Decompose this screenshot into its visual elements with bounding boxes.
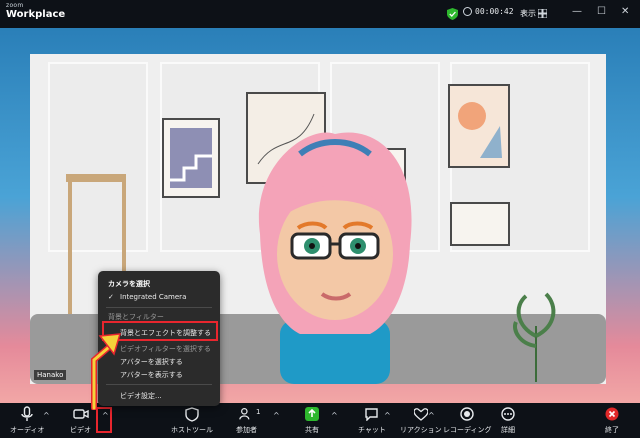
shield-check-icon[interactable] <box>447 8 458 20</box>
video-settings-item[interactable]: ビデオ設定... <box>120 391 162 401</box>
show-avatar-item[interactable]: アバターを表示する <box>120 370 183 380</box>
zoom-window: zoom Workplace 00:00:42 ⌄ 表示 — ☐ ✕ Hanak… <box>0 0 640 438</box>
audio-label: オーディオ <box>10 426 45 434</box>
share-screen-icon <box>304 406 320 422</box>
video-label: ビデオ <box>70 426 91 434</box>
maximize-button[interactable]: ☐ <box>597 6 606 17</box>
clock-icon <box>463 7 472 16</box>
more-button[interactable]: 詳細 <box>500 406 516 435</box>
record-icon <box>459 406 475 422</box>
video-button[interactable]: ビデオ <box>70 406 91 435</box>
wall-picture <box>448 84 510 168</box>
caret-highlight-box <box>96 407 112 433</box>
title-bar: zoom Workplace 00:00:42 ⌄ 表示 — ☐ ✕ <box>0 0 640 28</box>
shield-icon <box>184 406 200 422</box>
heart-icon <box>413 406 429 422</box>
chat-caret[interactable]: ^ <box>384 411 391 420</box>
host-tools-label: ホストツール <box>171 426 213 434</box>
annotation-arrow <box>91 333 122 410</box>
choose-avatar-item[interactable]: アバターを選択する <box>120 357 183 367</box>
participants-caret[interactable]: ^ <box>273 411 280 420</box>
grid-view-icon[interactable] <box>538 9 547 18</box>
window-controls: — ☐ ✕ <box>572 6 629 17</box>
chat-label: チャット <box>358 426 386 434</box>
participants-label: 参加者 <box>236 426 257 434</box>
share-caret[interactable]: ^ <box>331 411 338 420</box>
share-label: 共有 <box>305 426 319 434</box>
close-button[interactable]: ✕ <box>621 6 629 17</box>
participant-name-tag: Hanako <box>34 370 67 380</box>
app-logo: zoom Workplace <box>6 3 65 20</box>
minimize-button[interactable]: — <box>572 6 582 17</box>
host-tools-button[interactable]: ホストツール <box>171 406 213 435</box>
menu-divider <box>106 307 212 308</box>
shelf <box>66 174 126 182</box>
brand-workplace-text: Workplace <box>6 9 66 20</box>
chat-bubble-icon <box>364 406 380 422</box>
avatar-character <box>258 132 412 384</box>
camera-option-integrated[interactable]: Integrated Camera <box>120 293 186 301</box>
view-button[interactable]: 表示 <box>520 8 536 19</box>
people-icon <box>238 406 255 422</box>
chat-button[interactable]: チャット <box>358 406 386 435</box>
wall-picture <box>450 202 510 246</box>
menu-item-dim[interactable]: ビデオフィルターを選択する <box>120 344 211 354</box>
record-label: レコーディング <box>443 426 492 434</box>
reactions-label: リアクション <box>400 426 442 434</box>
wall-panel <box>48 62 148 252</box>
share-button[interactable]: 共有 <box>304 406 320 435</box>
check-icon: ✓ <box>108 293 114 301</box>
wall-picture <box>162 118 220 198</box>
more-label: 詳細 <box>501 426 515 434</box>
microphone-icon <box>19 406 35 422</box>
plant-decoration <box>513 292 556 382</box>
timer-text: 00:00:42 <box>475 7 514 16</box>
end-x-icon <box>604 406 620 422</box>
reactions-caret[interactable]: ^ <box>428 411 435 420</box>
meeting-timer[interactable]: 00:00:42 ⌄ <box>463 7 527 16</box>
participants-count: 1 <box>256 408 261 416</box>
end-meeting-button[interactable]: 終了 <box>604 406 620 435</box>
audio-options-caret[interactable]: ^ <box>43 411 50 420</box>
camera-select-header: カメラを選択 <box>108 280 150 288</box>
reactions-button[interactable]: リアクション <box>400 406 442 435</box>
participants-button[interactable]: 参加者 <box>236 406 257 435</box>
record-button[interactable]: レコーディング <box>443 406 492 435</box>
end-label: 終了 <box>605 426 619 434</box>
audio-button[interactable]: オーディオ <box>10 406 45 435</box>
more-dots-icon <box>500 406 516 422</box>
